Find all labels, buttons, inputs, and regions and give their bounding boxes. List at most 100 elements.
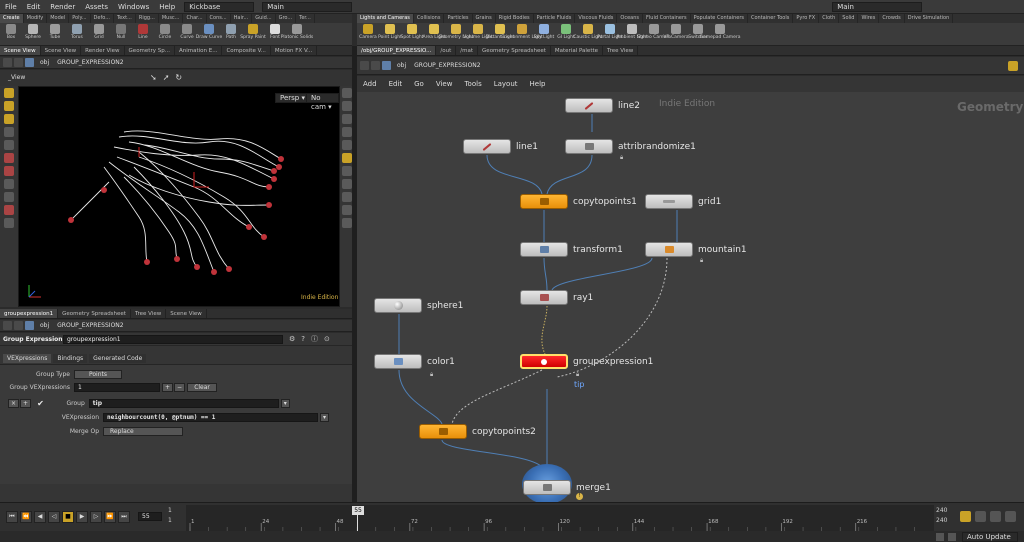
shelf-right-tab[interactable]: Grains xyxy=(473,14,496,23)
left-pane-tab[interactable]: Geometry Sp... xyxy=(125,46,175,55)
menu-windows[interactable]: Windows xyxy=(113,0,154,14)
status-icon-2[interactable] xyxy=(948,533,956,541)
shelf-right-tool[interactable]: Spot Light xyxy=(401,23,423,46)
select-arrow-icon[interactable]: ➘ xyxy=(150,73,157,83)
stop-button[interactable]: ■ xyxy=(62,511,74,523)
network-menu-item[interactable]: Help xyxy=(524,80,552,88)
network-menu-item[interactable]: Edit xyxy=(383,80,409,88)
points-display-icon[interactable] xyxy=(342,140,352,150)
help-icon[interactable]: ? xyxy=(301,335,305,343)
shelf-left-tool[interactable]: Draw Curve xyxy=(196,23,222,46)
network-menu-item[interactable]: Tools xyxy=(458,80,487,88)
shelf-left-tool[interactable]: Null xyxy=(110,23,132,46)
enable-checkbox[interactable]: ✔ xyxy=(37,399,44,408)
node-attribrandomize1[interactable]: attribrandomize1 xyxy=(565,139,696,154)
shelf-right-tab[interactable]: Populate Containers xyxy=(691,14,748,23)
param-pane-tab[interactable]: Scene View xyxy=(166,309,207,318)
back-button[interactable] xyxy=(3,58,12,67)
net-back-button[interactable] xyxy=(360,61,369,70)
shelf-left-tab[interactable]: Poly... xyxy=(69,14,91,23)
shading-icon[interactable] xyxy=(342,114,352,124)
shelf-left-tool[interactable]: Spray Paint xyxy=(240,23,266,46)
shelf-right-tab[interactable]: Cloth xyxy=(819,14,840,23)
param-path-obj[interactable]: obj xyxy=(36,322,53,329)
shelf-left-tool[interactable]: Box xyxy=(0,23,22,46)
shelf-right-tool[interactable]: Sky Light xyxy=(533,23,555,46)
left-pane-tab[interactable]: Motion FX V... xyxy=(271,46,318,55)
param-pane-tab[interactable]: Geometry Spreadsheet xyxy=(58,309,131,318)
insert-instance-button[interactable]: + xyxy=(20,398,32,408)
shelf-right-tab[interactable]: Lights and Cameras xyxy=(357,14,414,23)
network-menu-item[interactable]: Add xyxy=(357,80,383,88)
play-button[interactable]: ▶ xyxy=(76,511,88,523)
shelf-left-tool[interactable]: Curve xyxy=(176,23,198,46)
network-editor[interactable]: Indie Edition Geometry line2 line1 attri… xyxy=(357,92,1024,504)
pin-icon[interactable]: ⊙ xyxy=(324,335,330,343)
shelf-left-tool[interactable]: Path xyxy=(220,23,242,46)
shelf-left-tab[interactable]: Hair... xyxy=(231,14,253,23)
scale-tool-icon[interactable] xyxy=(4,127,14,137)
info-icon[interactable]: ⓘ xyxy=(311,334,318,344)
jump-end-button[interactable]: ⏭ xyxy=(118,511,130,523)
camera-lock-icon[interactable] xyxy=(342,218,352,228)
persp-menu[interactable]: Persp ▾ xyxy=(275,93,310,103)
magnet-tool-icon[interactable] xyxy=(4,205,14,215)
remove-multiparm-button[interactable]: − xyxy=(174,382,186,392)
end-frame[interactable]: 240 xyxy=(936,507,947,514)
step-forward-button[interactable]: ▷ xyxy=(90,511,102,523)
shelf-right-tab[interactable]: Oceans xyxy=(617,14,644,23)
right-pane-tab[interactable]: Material Palette xyxy=(551,46,604,55)
handle-tool-icon[interactable] xyxy=(4,140,14,150)
menu-render[interactable]: Render xyxy=(45,0,80,14)
right-pane-tab[interactable]: /mat xyxy=(456,46,479,55)
shelf-left-tab[interactable]: Gro... xyxy=(276,14,297,23)
keyframe-icon[interactable] xyxy=(960,511,971,522)
shelf-left-tab[interactable]: Model xyxy=(47,14,70,23)
shelf-left-tool[interactable]: Platonic Solids xyxy=(281,23,313,46)
node-copytopoints1[interactable]: copytopoints1 xyxy=(520,194,637,209)
shelf-left-tool[interactable]: Sphere xyxy=(22,23,44,46)
param-subtab[interactable]: Bindings xyxy=(53,354,88,363)
right-workspace-select[interactable]: Main xyxy=(832,1,923,12)
jump-start-button[interactable]: ⏮ xyxy=(6,511,18,523)
shelf-right-tab[interactable]: Pyro FX xyxy=(793,14,820,23)
shelf-right-tab[interactable]: Particle Fluids xyxy=(534,14,576,23)
right-pane-tab[interactable]: Tree View xyxy=(603,46,639,55)
shelf-left-tab[interactable]: Char... xyxy=(183,14,207,23)
network-menu-item[interactable]: View xyxy=(430,80,459,88)
shelf-left-tab[interactable]: Defo... xyxy=(91,14,114,23)
playhead-label[interactable]: 55 xyxy=(352,506,364,515)
workspace-select[interactable]: Main xyxy=(262,1,353,12)
menu-assets[interactable]: Assets xyxy=(80,0,113,14)
net-path-obj[interactable]: obj xyxy=(393,62,410,69)
scene-viewport[interactable]: Persp ▾ No cam ▾ Indie Edition xyxy=(18,86,340,307)
camera-menu[interactable]: No cam ▾ xyxy=(306,93,339,111)
rotate-arrow-icon[interactable]: ↻ xyxy=(175,73,182,83)
right-pane-tab[interactable]: /out xyxy=(436,46,457,55)
auto-update-menu[interactable]: Auto Update xyxy=(962,532,1018,542)
step-back-button[interactable]: ◀ xyxy=(34,511,46,523)
select-tool-icon[interactable] xyxy=(4,88,14,98)
shelf-right-tool[interactable]: Caustic Light xyxy=(573,23,603,46)
left-pane-tab[interactable]: Scene View xyxy=(41,46,82,55)
status-icon-1[interactable] xyxy=(936,533,944,541)
network-menu-item[interactable]: Layout xyxy=(488,80,524,88)
menu-file[interactable]: File xyxy=(0,0,22,14)
node-name-field[interactable]: groupexpression1 xyxy=(63,334,283,344)
view-tool-icon[interactable] xyxy=(4,179,14,189)
left-pane-tab[interactable]: Scene View xyxy=(0,46,41,55)
node-line2[interactable]: line2 xyxy=(565,98,640,113)
step-back-key-button[interactable]: ⏪ xyxy=(20,511,32,523)
param-path-node[interactable]: GROUP_EXPRESSION2 xyxy=(53,322,127,329)
add-multiparm-button[interactable]: + xyxy=(162,382,174,392)
shelf-right-tab[interactable]: Wires xyxy=(858,14,880,23)
vexpression-menu-button[interactable]: ▾ xyxy=(320,412,330,422)
normals-icon[interactable] xyxy=(342,166,352,176)
shelf-right-tool[interactable]: VR Camera xyxy=(663,23,689,46)
play-reverse-button[interactable]: ◁ xyxy=(48,511,60,523)
start-frame[interactable]: 1 xyxy=(168,507,172,514)
path-node[interactable]: GROUP_EXPRESSION2 xyxy=(53,59,127,66)
menu-help[interactable]: Help xyxy=(154,0,180,14)
transform-tool-icon[interactable] xyxy=(4,101,14,111)
ghost-icon[interactable] xyxy=(342,153,352,163)
